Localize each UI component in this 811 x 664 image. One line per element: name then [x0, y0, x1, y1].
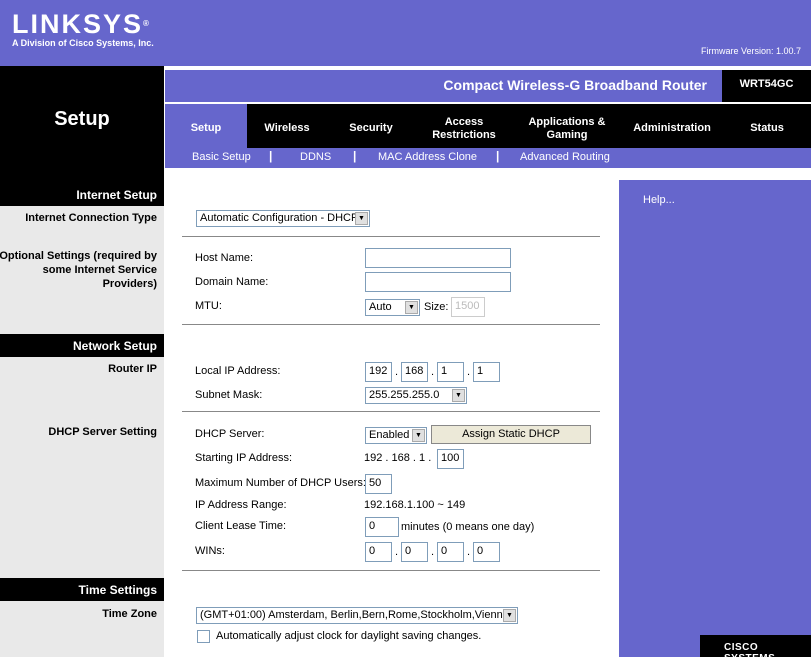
firmware-version: Firmware Version: 1.00.7: [700, 46, 801, 56]
subtab-mac-address-clone[interactable]: MAC Address Clone: [378, 151, 477, 163]
dropdown-arrow-icon: ▼: [405, 301, 418, 314]
tab-wireless[interactable]: Wireless: [252, 122, 322, 135]
local-ip-label: Local IP Address:: [195, 365, 281, 377]
page-title: Setup: [54, 108, 110, 130]
mtu-label: MTU:: [195, 300, 222, 312]
ip-dot: .: [467, 366, 471, 378]
label-time-zone: Time Zone: [102, 608, 157, 620]
connection-type-select[interactable]: Automatic Configuration - DHCP ▼: [196, 210, 370, 227]
ip-range-value: 192.168.1.100 ~ 149: [364, 499, 466, 511]
host-name-label: Host Name:: [195, 252, 254, 264]
ip-dot: .: [467, 546, 471, 558]
model-number: WRT54GC: [739, 78, 794, 90]
divider: [182, 236, 600, 238]
domain-name-label: Domain Name:: [195, 276, 269, 288]
subnet-mask-label: Subnet Mask:: [195, 389, 263, 401]
dhcp-server-label: DHCP Server:: [195, 428, 265, 440]
wins-octet-3[interactable]: 0: [437, 542, 464, 562]
assign-static-dhcp-button[interactable]: Assign Static DHCP: [431, 425, 591, 444]
product-name: Compact Wireless-G Broadband Router: [443, 77, 707, 93]
subtab-separator: |: [269, 149, 273, 163]
tab-setup[interactable]: Setup: [165, 122, 247, 135]
starting-ip-last-octet[interactable]: 100: [437, 449, 464, 469]
dropdown-arrow-icon: ▼: [452, 389, 465, 402]
tab-status[interactable]: Status: [737, 122, 797, 135]
dropdown-arrow-icon: ▼: [503, 609, 516, 622]
host-name-input[interactable]: [365, 248, 511, 268]
dst-checkbox[interactable]: [197, 630, 210, 643]
dropdown-arrow-icon: ▼: [412, 429, 425, 442]
tab-administration[interactable]: Administration: [626, 122, 718, 135]
label-dhcp-server-setting: DHCP Server Setting: [48, 426, 157, 438]
subnet-mask-select[interactable]: 255.255.255.0 ▼: [365, 387, 467, 404]
help-link[interactable]: Help...: [643, 194, 675, 206]
mtu-value: Auto: [369, 301, 392, 313]
size-label: Size:: [424, 301, 449, 313]
divider: [182, 570, 600, 572]
local-ip-octet-3[interactable]: 1: [437, 362, 464, 382]
cisco-systems-logo: CISCO SYSTEMS: [724, 642, 776, 664]
label-internet-connection-type: Internet Connection Type: [25, 212, 157, 224]
wins-octet-1[interactable]: 0: [365, 542, 392, 562]
subnet-mask-value: 255.255.255.0: [369, 389, 440, 401]
logo-subtitle: A Division of Cisco Systems, Inc.: [12, 38, 154, 48]
dropdown-arrow-icon: ▼: [355, 212, 368, 225]
wins-octet-2[interactable]: 0: [401, 542, 428, 562]
tab-access-restrictions[interactable]: Access Restrictions: [424, 116, 504, 142]
local-ip-octet-1[interactable]: 192: [365, 362, 392, 382]
help-column: [619, 180, 811, 657]
local-ip-octet-2[interactable]: 168: [401, 362, 428, 382]
client-lease-label: Client Lease Time:: [195, 520, 287, 532]
client-lease-unit: minutes (0 means one day): [401, 521, 535, 533]
tab-applications-gaming[interactable]: Applications & Gaming: [520, 116, 614, 142]
label-optional-settings: Optional Settings (required by some Inte…: [0, 250, 157, 290]
section-internet-setup: Internet Setup: [0, 184, 164, 206]
time-zone-value: (GMT+01:00) Amsterdam, Berlin,Bern,Rome,…: [200, 609, 509, 621]
local-ip-octet-4[interactable]: 1: [473, 362, 500, 382]
subtab-ddns[interactable]: DDNS: [300, 151, 331, 163]
subtab-separator: |: [496, 149, 500, 163]
client-lease-input[interactable]: 0: [365, 517, 399, 537]
subtab-basic-setup[interactable]: Basic Setup: [192, 151, 251, 163]
subtab-separator: |: [353, 149, 357, 163]
tab-security[interactable]: Security: [336, 122, 406, 135]
dhcp-server-value: Enabled: [369, 429, 410, 441]
ip-dot: .: [431, 366, 435, 378]
divider: [182, 411, 600, 413]
subtab-advanced-routing[interactable]: Advanced Routing: [520, 151, 610, 163]
time-zone-select[interactable]: (GMT+01:00) Amsterdam, Berlin,Bern,Rome,…: [196, 607, 518, 624]
size-input[interactable]: 1500: [451, 297, 485, 317]
max-dhcp-users-input[interactable]: 50: [365, 474, 392, 494]
ip-dot: .: [395, 546, 399, 558]
subtab-bar: [165, 148, 811, 168]
wins-label: WINs:: [195, 545, 225, 557]
ip-dot: .: [395, 366, 399, 378]
ip-range-label: IP Address Range:: [195, 499, 287, 511]
ip-dot: .: [431, 546, 435, 558]
wins-octet-4[interactable]: 0: [473, 542, 500, 562]
dst-label: Automatically adjust clock for daylight …: [216, 630, 482, 642]
mtu-select[interactable]: Auto ▼: [365, 299, 420, 316]
domain-name-input[interactable]: [365, 272, 511, 292]
label-router-ip: Router IP: [108, 363, 157, 375]
section-time-settings: Time Settings: [0, 579, 164, 601]
linksys-logo: LINKSYS®: [12, 9, 149, 39]
dhcp-server-select[interactable]: Enabled ▼: [365, 427, 427, 444]
starting-ip-prefix: 192 . 168 . 1 .: [364, 452, 432, 464]
connection-type-value: Automatic Configuration - DHCP: [200, 212, 359, 224]
divider: [182, 324, 600, 326]
max-dhcp-users-label: Maximum Number of DHCP Users:: [195, 477, 366, 489]
left-panel: [0, 357, 164, 578]
section-network-setup: Network Setup: [0, 335, 164, 357]
starting-ip-label: Starting IP Address:: [195, 452, 293, 464]
